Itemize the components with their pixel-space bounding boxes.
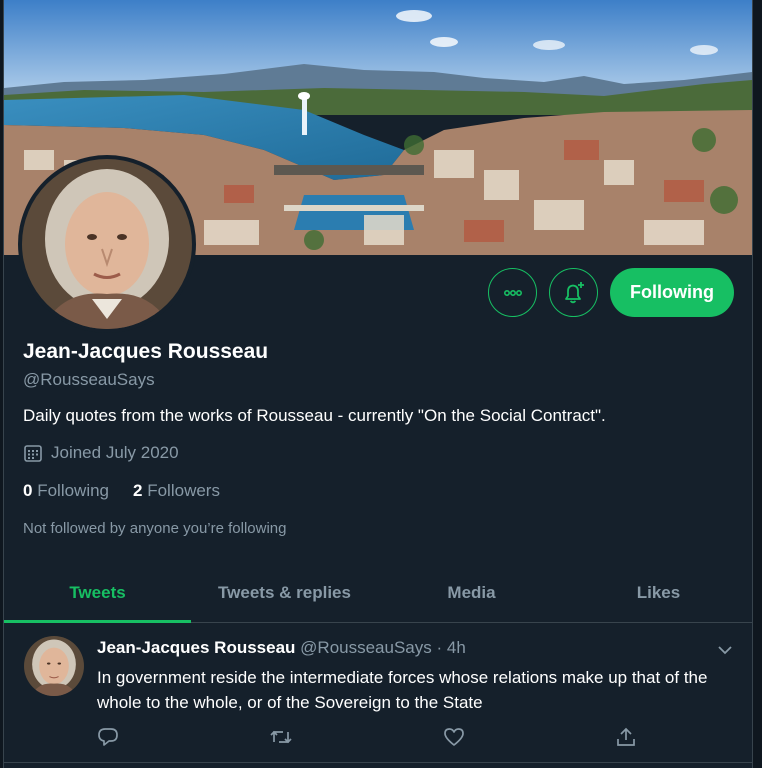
profile-stats: 0 Following 2 Followers: [23, 481, 220, 501]
retweet-button[interactable]: [269, 726, 293, 748]
reply-icon: [98, 728, 118, 746]
more-options-button[interactable]: [488, 268, 538, 317]
tweet-author-handle[interactable]: @RousseauSays: [300, 638, 432, 657]
tab-likes[interactable]: Likes: [565, 563, 752, 622]
window-frame: Following Jean-Jacques Rousseau @Roussea…: [0, 0, 762, 768]
tab-media[interactable]: Media: [378, 563, 565, 622]
bell-plus-icon: [564, 281, 584, 303]
following-label: Following: [37, 481, 110, 500]
following-count: 0: [23, 481, 33, 500]
tweet-header: Jean-Jacques Rousseau @RousseauSays · 4h: [97, 638, 466, 658]
following-count-link[interactable]: 0 Following: [23, 481, 109, 501]
profile-actions: Following: [488, 268, 734, 317]
share-icon: [617, 727, 635, 746]
tweet-text: In government reside the intermediate fo…: [97, 668, 708, 712]
reply-button[interactable]: [97, 726, 119, 748]
followers-count: 2: [133, 481, 143, 500]
joined-date: Joined July 2020: [23, 443, 179, 463]
tweet-time[interactable]: · 4h: [437, 638, 466, 657]
tweet-actions: [97, 726, 637, 748]
heart-icon: [444, 728, 464, 746]
profile-bio: Daily quotes from the works of Rousseau …: [23, 406, 606, 425]
tweet-author-name[interactable]: Jean-Jacques Rousseau: [97, 638, 295, 657]
profile-column: Following Jean-Jacques Rousseau @Roussea…: [3, 0, 753, 768]
like-button[interactable]: [443, 726, 465, 748]
retweet-icon: [270, 730, 292, 744]
profile-name: Jean-Jacques Rousseau: [23, 340, 269, 363]
tweet-avatar[interactable]: [24, 636, 84, 696]
tweet-menu-button[interactable]: [716, 641, 734, 664]
tweet-item[interactable]: Jean-Jacques Rousseau @RousseauSays · 4h…: [4, 623, 752, 763]
followers-label: Followers: [147, 481, 220, 500]
profile-avatar[interactable]: [18, 155, 196, 333]
profile-handle: @RousseauSays: [23, 370, 155, 389]
profile-tabs: Tweets Tweets & replies Media Likes: [4, 563, 752, 623]
notifications-button[interactable]: [549, 268, 599, 317]
chevron-down-icon: [718, 646, 732, 655]
calendar-icon: [24, 445, 42, 462]
tab-tweets[interactable]: Tweets: [4, 563, 191, 623]
share-button[interactable]: [615, 726, 637, 748]
following-button[interactable]: Following: [610, 268, 734, 317]
joined-label: Joined July 2020: [51, 443, 179, 462]
followers-count-link[interactable]: 2 Followers: [133, 481, 220, 501]
not-followed-notice: Not followed by anyone you’re following: [23, 520, 287, 537]
tab-tweets-replies[interactable]: Tweets & replies: [191, 563, 378, 622]
more-icon: [503, 289, 522, 296]
